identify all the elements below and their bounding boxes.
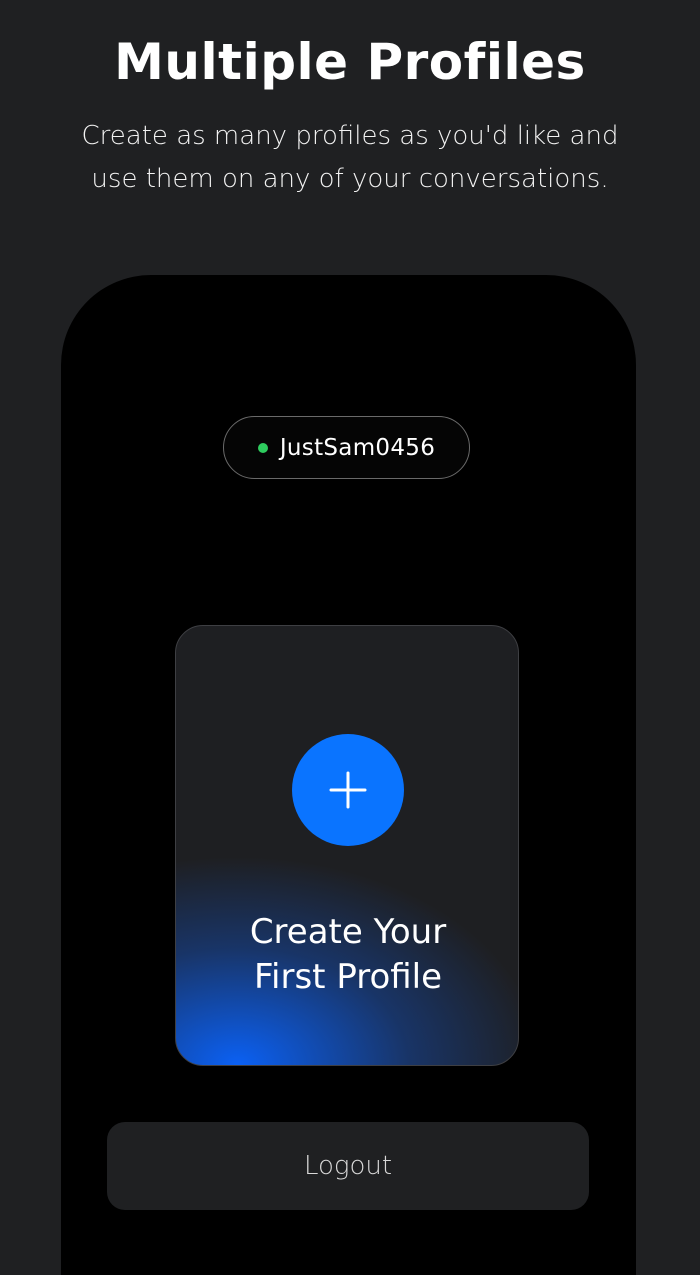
- page-subtitle: Create as many profiles as you'd like an…: [81, 121, 619, 194]
- profile-selector-pill[interactable]: JustSam0456: [223, 416, 470, 479]
- online-status-dot: [257, 442, 268, 453]
- phone-frame: JustSam0456 Create Your First Profile Lo…: [61, 275, 636, 1275]
- add-profile-button[interactable]: [292, 734, 404, 846]
- create-profile-card[interactable]: Create Your First Profile: [175, 625, 519, 1066]
- page-title: Multiple Profiles: [114, 33, 586, 91]
- logout-button[interactable]: Logout: [107, 1122, 589, 1210]
- create-profile-label: Create Your First Profile: [249, 912, 447, 997]
- profile-name: JustSam0456: [279, 434, 436, 461]
- plus-icon: [329, 771, 367, 809]
